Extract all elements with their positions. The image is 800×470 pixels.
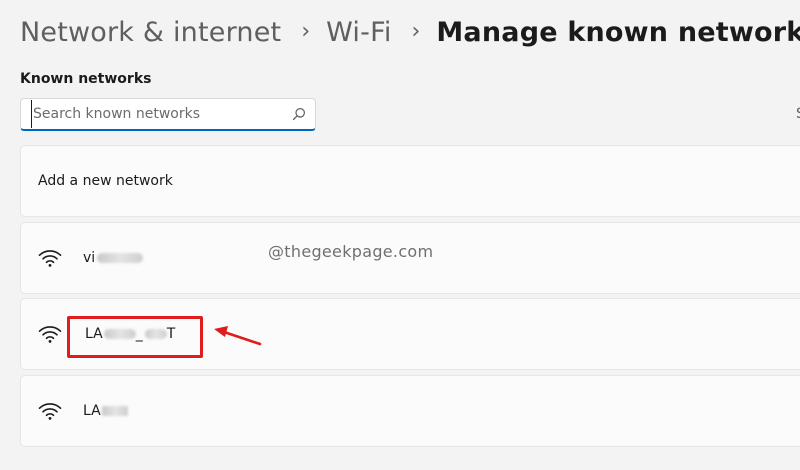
add-network-row[interactable]: Add a new network (20, 145, 800, 217)
watermark: @thegeekpage.com (268, 242, 434, 261)
sort-label-partial[interactable]: S (796, 106, 800, 122)
network-row[interactable]: LA (20, 375, 800, 447)
annotation-highlight-box (67, 316, 203, 358)
page-title: Manage known networks (436, 16, 800, 48)
breadcrumb-network-internet[interactable]: Network & internet (20, 17, 281, 48)
breadcrumb-wifi[interactable]: Wi-Fi (326, 17, 391, 48)
add-network-label: Add a new network (38, 173, 173, 189)
search-input[interactable] (31, 100, 283, 128)
chevron-right-icon: › (411, 18, 421, 44)
annotation-arrow-icon (214, 326, 262, 346)
network-name: vi (83, 250, 144, 266)
wifi-icon (38, 250, 62, 267)
network-name: LA (83, 403, 128, 419)
redacted-text (97, 253, 144, 263)
breadcrumb: Network & internet › Wi-Fi › Manage know… (20, 12, 800, 52)
wifi-icon (38, 403, 62, 420)
chevron-right-icon: › (301, 18, 311, 44)
wifi-icon (38, 326, 62, 343)
known-networks-heading: Known networks (20, 71, 152, 87)
redacted-text (101, 406, 128, 416)
search-icon[interactable] (292, 107, 306, 121)
search-box[interactable] (20, 98, 316, 131)
